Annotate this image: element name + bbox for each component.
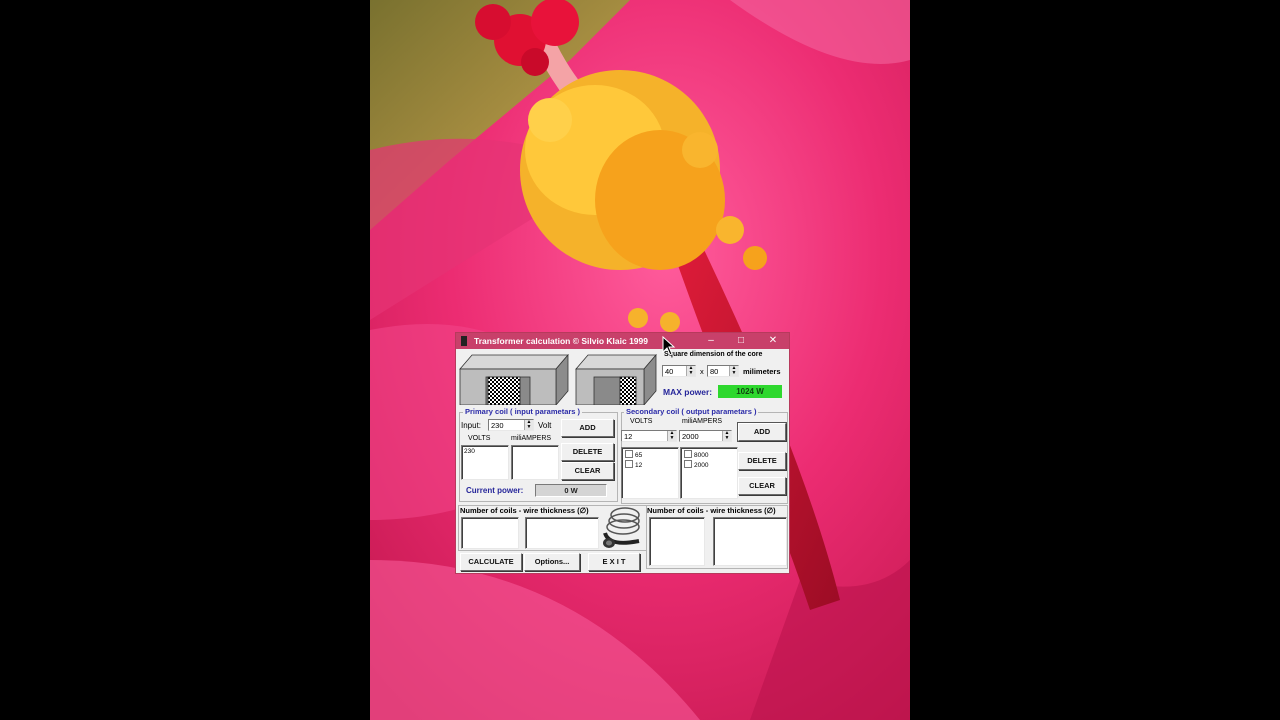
secondary-wire-thickness-box [713, 517, 787, 566]
secondary-volts-spinner[interactable]: 12 ▲ ▼ [621, 430, 677, 442]
primary-add-button[interactable]: ADD [561, 419, 614, 437]
primary-wire-thickness-box [525, 517, 599, 549]
wire-coil-icon [603, 507, 640, 548]
secondary-volts-item[interactable]: 65 [625, 450, 642, 459]
title-bar[interactable]: Transformer calculation © Silvio Klaic 1… [456, 333, 789, 349]
secondary-volts-header: VOLTS [630, 418, 653, 425]
window-title: Transformer calculation © Silvio Klaic 1… [474, 336, 648, 346]
spinner-arrows-icon[interactable]: ▲ ▼ [686, 366, 695, 376]
primary-input-value: 230 [491, 421, 504, 430]
checkbox-icon[interactable] [625, 450, 633, 458]
max-power-label: MAX power: [663, 387, 713, 397]
secondary-volts-list[interactable]: 65 12 [621, 447, 679, 499]
core-dim-b-spinner[interactable]: 80 ▲ ▼ [707, 365, 739, 377]
exit-button[interactable]: E X I T [588, 553, 640, 571]
primary-input-spinner[interactable]: 230 ▲ ▼ [488, 419, 534, 431]
secondary-milliamps-item-text: 8000 [694, 452, 709, 459]
transformer-calculator-window: Transformer calculation © Silvio Klaic 1… [456, 333, 789, 573]
current-power-value: 0 W [535, 484, 607, 497]
close-button[interactable]: ✕ [763, 334, 783, 348]
primary-milliamps-list[interactable] [511, 445, 559, 480]
secondary-milliamps-list[interactable]: 8000 2000 [680, 447, 738, 499]
spinner-arrows-icon[interactable]: ▲ ▼ [729, 366, 738, 376]
secondary-volts-item-text: 12 [635, 462, 643, 469]
transformer-core-icon [459, 353, 657, 407]
secondary-clear-button[interactable]: CLEAR [738, 477, 786, 495]
checkbox-icon[interactable] [684, 450, 692, 458]
core-dimension-label: Square dimension of the core [664, 351, 763, 358]
minimize-button[interactable]: – [701, 334, 721, 348]
primary-delete-button[interactable]: DELETE [561, 443, 614, 461]
secondary-add-button[interactable]: ADD [738, 423, 786, 441]
secondary-milliamps-header: miliAMPERS [682, 418, 723, 425]
secondary-delete-button[interactable]: DELETE [738, 452, 786, 470]
core-dim-b-value: 80 [710, 367, 719, 376]
secondary-milliamps-spinner[interactable]: 2000 ▲ ▼ [679, 430, 732, 442]
wire-coil-image [599, 503, 645, 553]
secondary-volts-value: 12 [624, 432, 633, 441]
primary-volts-item[interactable]: 230 [464, 448, 475, 455]
spinner-arrows-icon[interactable]: ▲ ▼ [722, 431, 731, 441]
max-power-value: 1024 W [718, 385, 782, 398]
primary-results-header: Number of coils - wire thickness (∅) [460, 506, 589, 515]
secondary-volts-item[interactable]: 12 [625, 460, 642, 469]
spinner-arrows-icon[interactable]: ▲ ▼ [667, 431, 676, 441]
current-power-label: Current power: [466, 486, 524, 495]
secondary-coils-count-box [649, 517, 705, 566]
checkbox-icon[interactable] [684, 460, 692, 468]
secondary-milliamps-item-text: 2000 [694, 462, 709, 469]
primary-clear-button[interactable]: CLEAR [561, 462, 614, 480]
transformer-core-image [458, 351, 658, 407]
maximize-button[interactable]: □ [731, 334, 751, 348]
primary-volts-list[interactable]: 230 [461, 445, 509, 480]
checkbox-icon[interactable] [625, 460, 633, 468]
primary-coils-count-box [461, 517, 519, 549]
mouse-pointer-icon [662, 335, 676, 361]
core-dim-a-spinner[interactable]: 40 ▲ ▼ [662, 365, 696, 377]
secondary-volts-item-text: 65 [635, 452, 643, 459]
secondary-results-header: Number of coils - wire thickness (∅) [647, 506, 776, 515]
core-unit-label: milimeters [743, 367, 781, 376]
primary-volt-label: Volt [538, 421, 552, 430]
core-x-label: x [700, 367, 704, 376]
secondary-milliamps-value: 2000 [682, 432, 699, 441]
calculate-button[interactable]: CALCULATE [460, 553, 522, 571]
secondary-coil-legend: Secondary coil ( output parametars ) [624, 407, 759, 416]
primary-volts-header: VOLTS [468, 435, 491, 442]
primary-milliamps-header: miliAMPERS [511, 435, 552, 442]
secondary-milliamps-item[interactable]: 8000 [684, 450, 708, 459]
secondary-milliamps-item[interactable]: 2000 [684, 460, 708, 469]
primary-input-label: Input: [461, 421, 482, 430]
core-dim-a-value: 40 [665, 367, 674, 376]
app-icon [461, 336, 467, 346]
spinner-arrows-icon[interactable]: ▲ ▼ [524, 420, 533, 430]
options-button[interactable]: Options... [524, 553, 580, 571]
primary-coil-legend: Primary coil ( input parametars ) [463, 407, 583, 416]
